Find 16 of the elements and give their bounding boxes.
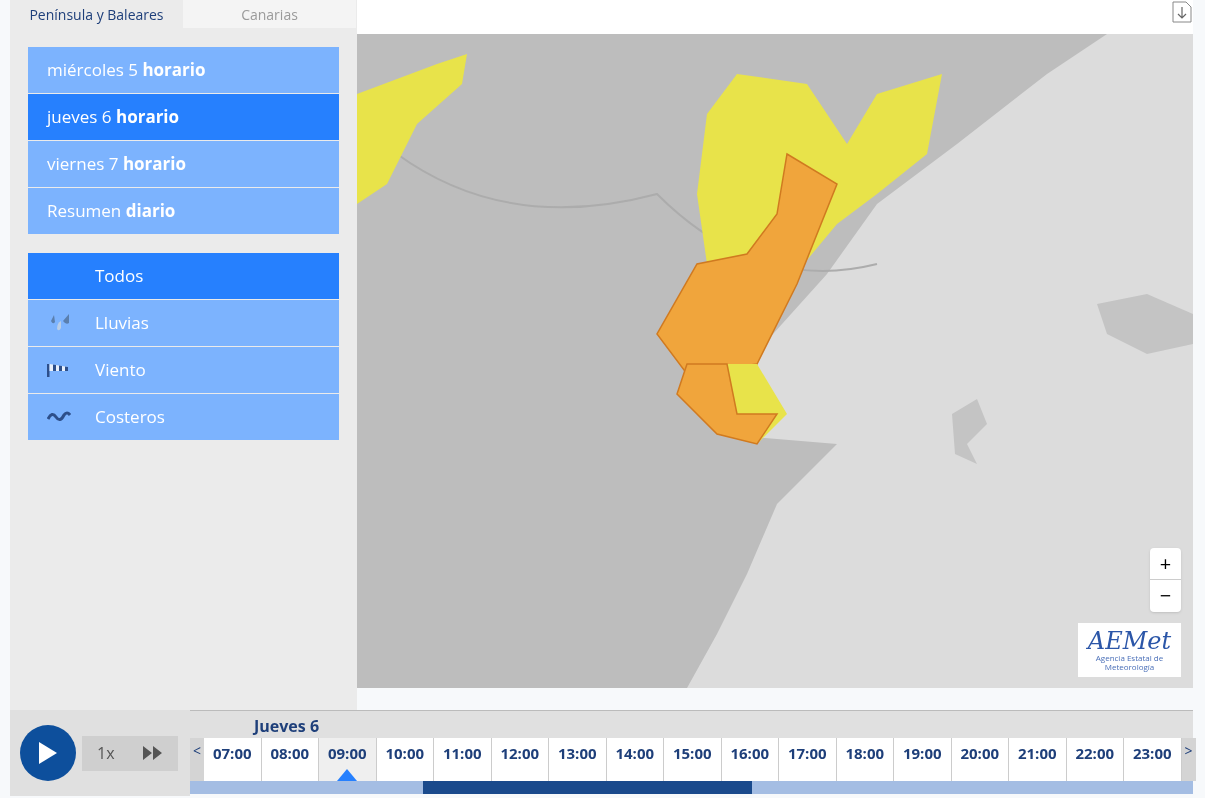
scrollbar-thumb[interactable] xyxy=(423,781,752,794)
speed-control[interactable]: 1x xyxy=(82,735,178,771)
day-heading: Jueves 6 xyxy=(254,714,320,738)
download-icon[interactable] xyxy=(1172,1,1192,23)
zoom-in-button[interactable]: + xyxy=(1150,548,1181,580)
day-item[interactable]: jueves 6 horario xyxy=(28,94,339,140)
hour-slot[interactable]: 09:00 xyxy=(319,738,377,781)
windsock-icon xyxy=(47,363,69,377)
play-button[interactable] xyxy=(20,725,76,781)
play-icon xyxy=(39,742,57,764)
wave-icon xyxy=(47,411,71,423)
phenomenon-item[interactable]: Todos xyxy=(28,253,339,299)
fast-forward-icon xyxy=(143,746,163,760)
zoom-out-button[interactable]: − xyxy=(1150,580,1181,611)
previous-button[interactable]: < xyxy=(190,738,204,781)
logo: AEMet Agencia Estatal de Meteorología xyxy=(1078,623,1181,677)
